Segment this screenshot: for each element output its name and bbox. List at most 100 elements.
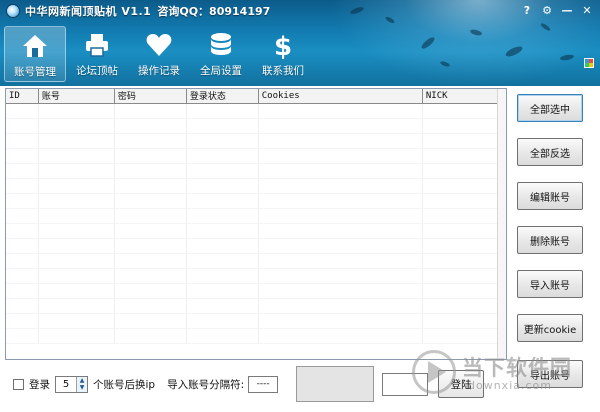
switch-count-stepper[interactable]: 5 ▲ ▼ xyxy=(55,375,88,393)
table-cell xyxy=(258,133,423,149)
table-row[interactable] xyxy=(6,238,506,254)
table-cell xyxy=(114,103,187,119)
action-button-panel: 全部选中 全部反选 编辑账号 删除账号 导入账号 更新cookie 导出账号 xyxy=(505,88,595,388)
table-cell xyxy=(422,253,506,269)
nav-forum-bump[interactable]: 论坛顶帖 xyxy=(66,26,128,82)
table-cell xyxy=(6,148,39,164)
table-cell xyxy=(6,208,39,224)
skin-palette-icon[interactable] xyxy=(584,58,594,68)
app-title: 中华网新闻顶贴机 V1.1 xyxy=(25,5,152,18)
column-header-nick[interactable]: NICK xyxy=(422,89,506,104)
table-row[interactable] xyxy=(6,283,506,299)
stepper-up-icon[interactable]: ▲ xyxy=(77,376,87,384)
table-row[interactable] xyxy=(6,193,506,209)
table-row[interactable] xyxy=(6,118,506,134)
table-cell xyxy=(422,193,506,209)
invert-selection-button[interactable]: 全部反选 xyxy=(517,138,583,166)
table-row[interactable] xyxy=(6,133,506,149)
column-header-login-status[interactable]: 登录状态 xyxy=(186,89,259,104)
column-header-password[interactable]: 密码 xyxy=(114,89,187,104)
column-header-cookies[interactable]: Cookies xyxy=(258,89,423,104)
table-row[interactable] xyxy=(6,313,506,329)
table-cell xyxy=(186,283,259,299)
help-icon[interactable]: ? xyxy=(518,3,536,18)
table-cell xyxy=(38,238,115,254)
table-cell xyxy=(422,283,506,299)
table-cell xyxy=(422,328,506,344)
table-cell xyxy=(6,238,39,254)
table-cell xyxy=(186,193,259,209)
table-cell xyxy=(422,163,506,179)
table-row[interactable] xyxy=(6,223,506,239)
select-all-button[interactable]: 全部选中 xyxy=(517,94,583,122)
table-row[interactable] xyxy=(6,103,506,119)
table-cell xyxy=(6,253,39,269)
svg-text:$: $ xyxy=(274,32,292,59)
database-icon xyxy=(206,30,236,60)
table-cell xyxy=(422,118,506,134)
table-cell xyxy=(6,223,39,239)
table-cell xyxy=(6,193,39,209)
table-cell xyxy=(6,298,39,314)
app-logo-icon xyxy=(6,4,20,18)
table-cell xyxy=(38,268,115,284)
export-account-button[interactable]: 导出账号 xyxy=(517,360,583,388)
table-cell xyxy=(6,103,39,119)
nav-label: 论坛顶帖 xyxy=(76,65,118,77)
nav-operation-log[interactable]: 操作记录 xyxy=(128,26,190,82)
table-cell xyxy=(114,118,187,134)
table-cell xyxy=(38,223,115,239)
table-cell xyxy=(186,238,259,254)
column-header-id[interactable]: ID xyxy=(6,89,39,104)
import-account-button[interactable]: 导入账号 xyxy=(517,270,583,298)
table-cell xyxy=(258,118,423,134)
nav-account-management[interactable]: 账号管理 xyxy=(4,26,66,82)
table-cell xyxy=(6,118,39,134)
table-row[interactable] xyxy=(6,268,506,284)
table-cell xyxy=(258,268,423,284)
column-header-account[interactable]: 账号 xyxy=(38,89,115,104)
table-row[interactable] xyxy=(6,148,506,164)
heart-icon xyxy=(144,30,174,60)
table-cell xyxy=(258,208,423,224)
captcha-input[interactable] xyxy=(382,372,429,396)
table-row[interactable] xyxy=(6,178,506,194)
nav-label: 账号管理 xyxy=(14,66,56,78)
table-cell xyxy=(38,103,115,119)
table-row[interactable] xyxy=(6,328,506,344)
update-cookie-button[interactable]: 更新cookie xyxy=(517,314,583,342)
settings-icon[interactable]: ⚙ xyxy=(538,3,556,18)
table-row[interactable] xyxy=(6,298,506,314)
edit-account-button[interactable]: 编辑账号 xyxy=(517,182,583,210)
minimize-icon[interactable]: — xyxy=(558,3,576,18)
separator-label: 导入账号分隔符: xyxy=(167,378,245,391)
stepper-arrows[interactable]: ▲ ▼ xyxy=(76,376,87,392)
separator-input[interactable]: ---- xyxy=(248,375,279,393)
nav-label: 操作记录 xyxy=(138,65,180,77)
table-cell xyxy=(258,148,423,164)
login-checkbox[interactable] xyxy=(13,378,24,390)
nav-contact-us[interactable]: $ 联系我们 xyxy=(252,26,314,82)
switch-count-value[interactable]: 5 xyxy=(56,379,76,390)
dollar-icon: $ xyxy=(268,30,298,60)
delete-account-button[interactable]: 删除账号 xyxy=(517,226,583,254)
table-cell xyxy=(38,193,115,209)
table-cell xyxy=(38,328,115,344)
table-cell xyxy=(422,238,506,254)
table-row[interactable] xyxy=(6,253,506,269)
close-icon[interactable]: ✕ xyxy=(578,3,596,18)
account-table[interactable]: ID 账号 密码 登录状态 Cookies NICK xyxy=(5,88,507,360)
table-cell xyxy=(114,178,187,194)
nav-label: 联系我们 xyxy=(262,65,304,77)
table-cell xyxy=(258,103,423,119)
table-body xyxy=(6,103,506,344)
nav-global-settings[interactable]: 全局设置 xyxy=(190,26,252,82)
switch-ip-label: 个账号后换ip xyxy=(93,378,156,391)
bottom-toolbar: 登录 5 ▲ ▼ 个账号后换ip 导入账号分隔符: ---- 登陆 xyxy=(5,362,503,406)
table-row[interactable] xyxy=(6,163,506,179)
table-cell xyxy=(258,163,423,179)
table-row[interactable] xyxy=(6,208,506,224)
login-button[interactable]: 登陆 xyxy=(438,370,485,398)
stepper-down-icon[interactable]: ▼ xyxy=(77,384,87,392)
table-cell xyxy=(114,268,187,284)
